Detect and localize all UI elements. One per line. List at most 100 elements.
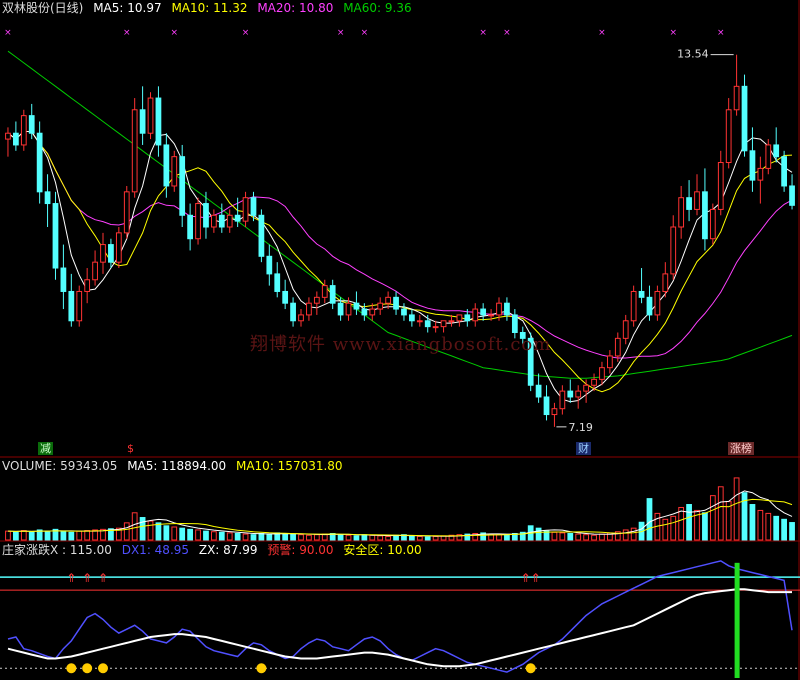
- volume-bar: [583, 534, 589, 541]
- candle-body: [480, 308, 487, 316]
- volume-bar: [203, 530, 209, 541]
- candle-body: [741, 85, 748, 152]
- candle-body: [13, 132, 19, 146]
- candle-body: [211, 214, 217, 228]
- volume-bar: [789, 522, 795, 541]
- volume-bar: [424, 536, 431, 541]
- candle-body: [464, 314, 471, 322]
- candle-body: [250, 197, 257, 216]
- signal-marker: ×: [123, 28, 131, 38]
- candle-body: [749, 150, 756, 181]
- watermark: 翔博软件 www.xiangbosoft.com: [250, 334, 552, 355]
- bottom-signal-icon: [98, 663, 108, 674]
- candle-body: [765, 144, 772, 169]
- volume-bar: [266, 533, 273, 541]
- volume-bar: [84, 530, 91, 541]
- candle-body: [694, 191, 700, 210]
- candle-body: [52, 203, 59, 269]
- volume-bar: [686, 504, 692, 541]
- candle-body: [662, 273, 669, 292]
- signal-marker: ×: [361, 28, 369, 38]
- volume-bar: [551, 531, 558, 541]
- candle-body: [607, 355, 613, 369]
- volume-bar: [345, 534, 352, 541]
- candle-body: [717, 162, 724, 210]
- candle-body: [36, 132, 43, 193]
- candle-body: [100, 244, 106, 263]
- tag-jian: 减: [38, 442, 53, 455]
- low-price-label: 7.19: [568, 421, 593, 434]
- volume-bar: [409, 535, 415, 541]
- signal-marker: ×: [669, 28, 677, 38]
- candle-body: [203, 203, 209, 228]
- volume-bar: [139, 517, 146, 541]
- candle-body: [84, 279, 91, 292]
- candle-body: [559, 390, 566, 410]
- volume-bar: [646, 498, 653, 541]
- buy-arrow-icon: ⇑: [82, 571, 92, 585]
- volume-bar: [757, 509, 764, 541]
- candle-body: [369, 308, 376, 316]
- candle-body: [187, 214, 193, 240]
- volume-bar: [5, 530, 11, 541]
- candle-body: [28, 115, 35, 134]
- volume-bar: [559, 532, 566, 541]
- signal-bar: [734, 562, 740, 678]
- volume-bar: [147, 520, 154, 541]
- volume-bar: [353, 535, 360, 541]
- bottom-signal-icon: [82, 663, 93, 674]
- volume-bar: [733, 477, 740, 541]
- volume-bar: [337, 534, 344, 541]
- volume-bar: [717, 486, 724, 541]
- buy-arrow-icon: ⇑: [66, 571, 76, 585]
- candle-body: [401, 308, 407, 316]
- signal-marker: ×: [337, 28, 345, 38]
- candle-body: [163, 144, 170, 187]
- volume-bar: [226, 532, 233, 541]
- volume-bar: [242, 533, 249, 541]
- candle-body: [472, 308, 479, 322]
- candle-body: [377, 302, 384, 310]
- candle-body: [147, 97, 154, 134]
- tag-s: $: [127, 442, 134, 455]
- volume-bar: [377, 535, 384, 541]
- volume-bar: [765, 512, 772, 541]
- candle-body: [416, 320, 423, 323]
- tag-zhangbang: 涨榜: [728, 442, 754, 455]
- candle-body: [654, 290, 661, 316]
- signal-marker: ×: [242, 28, 250, 38]
- candle-body: [218, 214, 225, 228]
- candle-body: [139, 109, 146, 134]
- candle-body: [496, 302, 502, 316]
- volume-bar: [195, 529, 201, 541]
- candle-body: [274, 273, 281, 292]
- volume-bar: [187, 528, 193, 541]
- candle-body: [321, 285, 328, 298]
- bottom-signal-icon: [66, 663, 77, 674]
- volume-bar: [60, 531, 67, 541]
- candle-body: [630, 290, 637, 322]
- volume-bar: [432, 535, 439, 541]
- volume-bar: [591, 534, 597, 541]
- candle-body: [781, 156, 787, 187]
- candle-body: [583, 384, 589, 392]
- candle-body: [171, 156, 178, 187]
- candle-body: [789, 185, 795, 206]
- candle-body: [76, 290, 83, 322]
- volume-bar: [416, 535, 423, 541]
- volume-bar: [369, 534, 376, 541]
- candle-body: [20, 115, 27, 146]
- volume-bar: [496, 534, 502, 541]
- signal-marker: ×: [479, 28, 487, 38]
- candle-body: [709, 208, 716, 240]
- candle-body: [361, 308, 368, 316]
- volume-bar: [504, 534, 510, 541]
- signal-marker: ×: [171, 28, 179, 38]
- signal-marker: ×: [503, 28, 511, 38]
- candle-body: [258, 214, 265, 257]
- candle-body: [686, 197, 692, 210]
- volume-bar: [179, 527, 186, 541]
- candle-body: [448, 320, 455, 323]
- volume-bar: [702, 512, 708, 541]
- candle-body: [353, 302, 360, 310]
